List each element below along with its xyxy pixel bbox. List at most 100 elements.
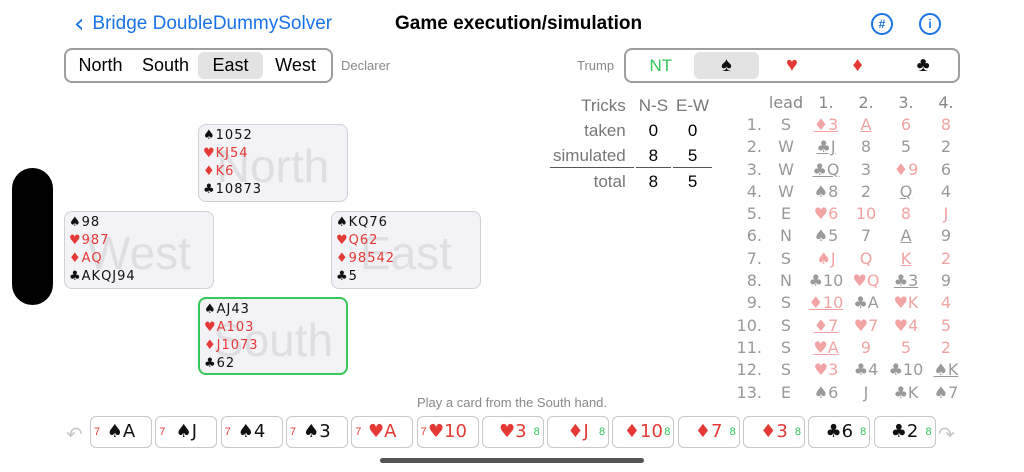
played-card: ♣A — [846, 292, 886, 314]
taken-label: taken — [584, 121, 626, 140]
played-card-text: ♠5 — [813, 226, 839, 246]
play-row: 4. W ♠8 2 Q 4 — [736, 181, 966, 203]
played-card-text: ♥4 — [893, 315, 919, 335]
played-card-text: ♣10 — [888, 360, 924, 380]
played-card: A — [846, 114, 886, 136]
card-button[interactable]: 7 ♠4 — [220, 416, 283, 448]
play2-header: 2. — [858, 93, 874, 112]
card-button[interactable]: ♣2 8 — [873, 416, 936, 448]
played-card-text: 5 — [900, 337, 912, 357]
card-button[interactable]: 7 ♠3 — [285, 416, 348, 448]
card-button[interactable]: ♦10 8 — [612, 416, 675, 448]
played-card: ♦9 — [886, 159, 926, 181]
hand-east[interactable]: East ♠KQ76 ♥Q62 ♦98542 ♣5 — [331, 211, 481, 289]
play4-header: 4. — [938, 93, 954, 112]
info-icon[interactable]: i — [919, 13, 941, 35]
hand-west[interactable]: West ♠98 ♥987 ♦AQ ♣AKQJ94 — [64, 211, 214, 289]
played-card: 9 — [926, 225, 966, 247]
play-row: 7. S ♠J Q K 2 — [736, 248, 966, 270]
ew-header: E-W — [676, 96, 710, 115]
play-row: 1. S ♦3 A 6 8 — [736, 114, 966, 136]
tricks-header: Tricks — [581, 96, 626, 115]
played-card-text: ♥7 — [853, 315, 879, 335]
played-card-text: 3 — [860, 159, 872, 179]
played-card: ♥K — [886, 292, 926, 314]
card-button[interactable]: ♣6 8 — [808, 416, 871, 448]
home-indicator — [380, 458, 644, 463]
hand-south[interactable]: South ♠AJ43 ♥A103 ♦J1073 ♣62 — [198, 297, 348, 375]
declarer-option-north[interactable]: North — [68, 52, 133, 79]
played-card: ♠J — [806, 248, 846, 270]
played-card: ♥3 — [806, 359, 846, 381]
card-button[interactable]: ♥3 8 — [481, 416, 544, 448]
trick-leader: N — [780, 271, 792, 291]
play1-header: 1. — [818, 93, 834, 112]
played-card-text: ♣4 — [853, 360, 879, 380]
played-card-text: 2 — [940, 248, 952, 268]
played-card-text: 5 — [900, 137, 912, 157]
declarer-option-west[interactable]: West — [263, 52, 328, 79]
play-row: 5. E ♥6 10 8 J — [736, 203, 966, 225]
trick-leader: W — [778, 159, 794, 179]
trick-leader: E — [780, 204, 792, 224]
declarer-option-south[interactable]: South — [133, 52, 198, 79]
played-card: 3 — [846, 159, 886, 181]
hash-icon[interactable]: # — [871, 13, 893, 35]
taken-ns: 0 — [648, 121, 659, 140]
undo-icon[interactable]: ↶ — [66, 422, 83, 447]
played-card-text: ♦7 — [813, 315, 839, 335]
trick-number: 7. — [746, 248, 762, 268]
side-drag-handle[interactable] — [12, 168, 53, 305]
declarer-option-east[interactable]: East — [198, 52, 263, 79]
card-button[interactable]: ♦7 8 — [677, 416, 740, 448]
card-button[interactable]: 7 ♠A — [90, 416, 152, 448]
played-card-text: 6 — [900, 115, 912, 134]
played-card: ♥Q — [846, 270, 886, 292]
played-card: 2 — [846, 181, 886, 203]
trump-option-nt[interactable]: NT — [628, 52, 694, 79]
played-card: ♠8 — [806, 181, 846, 203]
card-button[interactable]: 7 ♥10 — [416, 416, 479, 448]
hand-north[interactable]: North ♠1052 ♥KJ54 ♦K6 ♣10873 — [198, 124, 348, 202]
played-card-text: ♦10 — [808, 293, 844, 313]
card-button[interactable]: ♦J 8 — [547, 416, 610, 448]
taken-ew: 0 — [687, 121, 698, 140]
played-card: 4 — [926, 292, 966, 314]
tricks-summary: Tricks N-S E-W taken 0 0 simulated 8 5 t… — [548, 92, 714, 195]
played-card-text: 2 — [860, 181, 872, 201]
played-card: 5 — [886, 136, 926, 158]
played-card: 2 — [926, 136, 966, 158]
total-label: total — [593, 172, 626, 191]
played-card: ♠K — [926, 359, 966, 381]
trump-option-diamonds[interactable]: ♦ — [825, 52, 891, 79]
declarer-label: Declarer — [341, 58, 391, 73]
card-button[interactable]: 7 ♠J — [155, 416, 218, 448]
card-button[interactable]: 7 ♥A — [351, 416, 414, 448]
east-clubs: ♣5 — [336, 269, 358, 284]
played-card: 10 — [846, 203, 886, 225]
played-card-text: 8 — [940, 115, 952, 134]
back-button[interactable]: ‹ Bridge DoubleDummySolver — [74, 11, 332, 37]
trump-option-spades[interactable]: ♠ — [693, 52, 760, 79]
played-card-text: A — [900, 226, 912, 246]
played-card-text: 9 — [940, 226, 952, 246]
played-card-text: 2 — [940, 337, 952, 357]
trick-leader: W — [778, 137, 794, 157]
card-face: ♠3 — [303, 421, 331, 442]
played-card-text: 2 — [940, 137, 952, 157]
redo-icon[interactable]: ↷ — [938, 422, 955, 447]
trick-leader: N — [780, 226, 792, 246]
play-row: 12. S ♥3 ♣4 ♣10 ♠K — [736, 359, 966, 381]
played-card-text: ♠8 — [813, 181, 839, 201]
played-card: 4 — [926, 181, 966, 203]
trick-number: 9. — [746, 293, 762, 313]
card-count-right: 8 — [729, 426, 736, 438]
played-card: ♥6 — [806, 203, 846, 225]
west-clubs: ♣AKQJ94 — [69, 269, 136, 284]
card-button[interactable]: ♦3 8 — [743, 416, 805, 448]
trump-option-clubs[interactable]: ♣ — [890, 52, 956, 79]
trump-option-hearts[interactable]: ♥ — [759, 52, 825, 79]
played-card-text: ♠K — [933, 360, 959, 380]
played-card-text: ♣10 — [808, 271, 844, 291]
card-count-right: 8 — [664, 426, 671, 438]
